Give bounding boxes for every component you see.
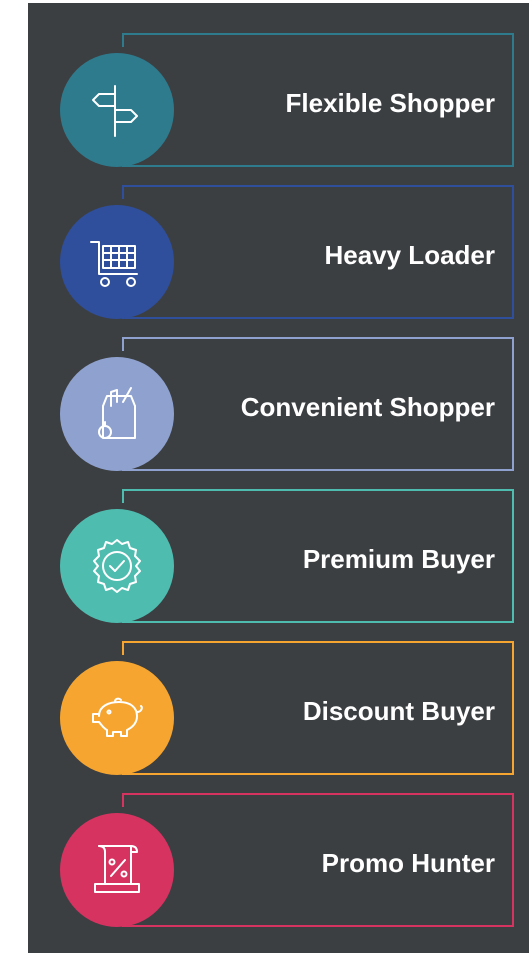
shopper-type-label: Heavy Loader [324, 240, 495, 270]
grocery-bag-icon [60, 357, 174, 471]
shopper-type-flexible: Flexible Shopper [28, 3, 529, 167]
shopper-type-discount: Discount Buyer [28, 611, 529, 775]
shopper-type-label: Discount Buyer [302, 696, 495, 726]
shopper-type-label: Convenient Shopper [240, 392, 495, 422]
shopper-type-promo-hunter: Promo Hunter [28, 763, 529, 927]
shopper-type-heavy-loader: Heavy Loader [28, 155, 529, 319]
discount-receipt-icon [60, 813, 174, 927]
piggy-bank-icon [60, 661, 174, 775]
shopper-type-premium: Premium Buyer [28, 459, 529, 623]
shopping-cart-icon [60, 205, 174, 319]
quality-badge-icon [60, 509, 174, 623]
shopper-type-convenient: Convenient Shopper [28, 307, 529, 471]
shopper-types-panel: Flexible Shopper Heavy Loader Convenient… [28, 3, 529, 953]
shopper-type-label: Promo Hunter [321, 848, 495, 878]
signpost-icon [60, 53, 174, 167]
shopper-type-label: Premium Buyer [302, 544, 495, 574]
shopper-type-label: Flexible Shopper [285, 88, 496, 118]
